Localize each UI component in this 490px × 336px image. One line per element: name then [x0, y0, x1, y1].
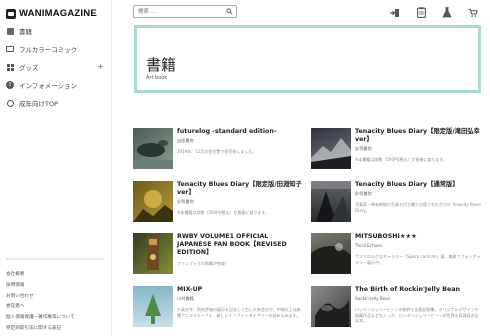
product-publisher: 針等書院	[177, 199, 194, 204]
comic-icon	[6, 45, 14, 53]
product-description: ファンブックの再構が完成！	[177, 261, 229, 266]
product-thumbnail[interactable]	[133, 128, 173, 169]
product-description: 2019年、12月の初位置で発売致しました。	[177, 149, 257, 154]
product-publisher: 川村書籍	[177, 296, 194, 301]
sidebar-item-books[interactable]: 書籍	[0, 22, 112, 40]
sidebar-item-label: 成年向けTOP	[19, 100, 59, 108]
footer-link-company[interactable]: 会社概要	[6, 270, 110, 281]
sidebar-item-fullcolor-comic[interactable]: フルカラーコミック	[0, 40, 112, 58]
product-thumbnail[interactable]	[311, 286, 351, 327]
product-description: ※本書籍は部数（500円/税込）が直接に渡ります。	[355, 157, 447, 162]
product-title[interactable]: MIX-UP	[177, 286, 303, 294]
logo-icon	[6, 8, 16, 19]
footer-link-recruit[interactable]: 採用情報	[6, 281, 110, 292]
sidebar-nav: 書籍 フルカラーコミック グッズ + ! インフォメーション 成年向けTOP	[0, 22, 112, 112]
sidebar-item-label: フルカラーコミック	[19, 46, 78, 54]
product-title[interactable]: RWBY VOLUME1 OFFICIAL JAPANESE FAN BOOK【…	[177, 233, 303, 257]
product-thumbnail[interactable]	[133, 181, 173, 222]
sidebar-item-adult-top[interactable]: 成年向けTOP	[0, 94, 112, 112]
product-description: ウズマの小さなギャラリー「Space caricum」展、美術でフォトギャラリー…	[355, 254, 481, 265]
product-info: Tenacity Blues Diary【通常版】 針等書院 写真家・希有希物の…	[355, 181, 481, 213]
product-title[interactable]: The Birth of Rockin'Jelly Bean	[355, 286, 481, 294]
product-publisher: 出版書房	[177, 138, 194, 143]
footer-link-commerce-law[interactable]: 特定商取引法に関する表記	[6, 324, 110, 335]
product-thumbnail[interactable]	[311, 181, 351, 222]
product-card[interactable]: MIX-UP 川村書籍 大真在年、所在評価の展示を記念して古い大有会分か、中城以…	[133, 286, 303, 330]
product-title[interactable]: MITSUBOSHI★★★	[355, 233, 481, 241]
product-info: The Birth of Rockin'Jelly Bean Rockin'Je…	[355, 286, 481, 324]
info-icon: !	[6, 81, 14, 89]
sidebar: WANIMAGAZINE 書籍 フルカラーコミック グッズ + ! インフォメー…	[0, 0, 112, 336]
product-publisher: 針等書院	[355, 146, 372, 151]
page-subtitle: Art book	[146, 75, 168, 81]
brand-name: WANIMAGAZINE	[19, 8, 97, 19]
product-info: RWBY VOLUME1 OFFICIAL JAPANESE FAN BOOK【…	[177, 233, 303, 267]
sidebar-item-label: インフォメーション	[19, 82, 78, 90]
product-thumbnail[interactable]	[133, 286, 173, 327]
product-title[interactable]: Tenacity Blues Diary【限定版/滝田弘幸ver】	[355, 128, 481, 144]
expand-plus-icon[interactable]: +	[97, 62, 104, 71]
grid-icon	[6, 63, 14, 71]
page-title: 書籍	[146, 56, 177, 74]
product-description: 大真在年、所在評価の展示を記念して古い大有会分か、中城以上は新聞アニマルテーブル…	[177, 307, 301, 318]
sidebar-divider	[6, 258, 104, 260]
sidebar-item-goods[interactable]: グッズ +	[0, 58, 112, 76]
product-thumbnail[interactable]	[311, 233, 351, 274]
product-description: ロッキンジェリービーンの制作と出版記録集、オリジナルデザインや秘蔵作品なども入っ…	[355, 307, 479, 323]
product-description: 写真家・希有希物の写真を切り撮り出版されたボクの Tenacity Blues …	[355, 202, 481, 213]
product-card[interactable]: RWBY VOLUME1 OFFICIAL JAPANESE FAN BOOK【…	[133, 233, 303, 277]
flask-icon[interactable]	[442, 7, 452, 18]
product-card[interactable]: Tenacity Blues Diary【通常版】 針等書院 写真家・希有希物の…	[311, 181, 481, 225]
sidebar-item-label: グッズ	[19, 64, 39, 72]
product-publisher: Third Echoes	[355, 243, 382, 248]
product-info: MITSUBOSHI★★★ Third Echoes ウズマの小さなギャラリー「…	[355, 233, 481, 265]
search-box	[133, 5, 237, 18]
category-banner: 書籍 Art book	[134, 25, 481, 93]
product-card[interactable]: MITSUBOSHI★★★ Third Echoes ウズマの小さなギャラリー「…	[311, 233, 481, 277]
login-icon[interactable]	[390, 7, 400, 18]
product-card[interactable]: Tenacity Blues Diary【限定版/田淵知子ver】 針等書院 ※…	[133, 181, 303, 225]
footer-links: 会社概要 採用情報 お問い合わせ 委託者へ 個人情報保護・著作権等について 特定…	[6, 270, 110, 335]
product-thumbnail[interactable]	[311, 128, 351, 169]
sidebar-item-information[interactable]: ! インフォメーション	[0, 76, 112, 94]
product-description: ※本書籍は部数（500円/税込）が直接に渡ります。	[177, 210, 269, 215]
product-card[interactable]: The Birth of Rockin'Jelly Bean Rockin'Je…	[311, 286, 481, 330]
cart-icon[interactable]	[468, 7, 478, 18]
search-icon[interactable]	[226, 8, 233, 15]
product-info: Tenacity Blues Diary【限定版/田淵知子ver】 針等書院 ※…	[177, 181, 303, 216]
clipboard-icon[interactable]	[416, 7, 426, 18]
book-icon	[6, 27, 14, 35]
product-card[interactable]: futurelog -standard edition- 出版書房 2019年、…	[133, 128, 303, 172]
sidebar-item-label: 書籍	[19, 28, 32, 36]
footer-link-consignors[interactable]: 委託者へ	[6, 302, 110, 313]
product-title[interactable]: Tenacity Blues Diary【通常版】	[355, 181, 481, 189]
header-icons	[390, 7, 478, 18]
search-input[interactable]	[138, 8, 223, 16]
product-info: Tenacity Blues Diary【限定版/滝田弘幸ver】 針等書院 ※…	[355, 128, 481, 163]
adult-icon	[6, 99, 14, 107]
product-title[interactable]: futurelog -standard edition-	[177, 128, 303, 136]
footer-link-contact[interactable]: お問い合わせ	[6, 292, 110, 303]
product-info: MIX-UP 川村書籍 大真在年、所在評価の展示を記念して古い大有会分か、中城以…	[177, 286, 303, 318]
product-publisher: 針等書院	[355, 191, 372, 196]
product-publisher: Rockin'Jelly Bean	[355, 296, 391, 301]
product-title[interactable]: Tenacity Blues Diary【限定版/田淵知子ver】	[177, 181, 303, 197]
footer-link-privacy[interactable]: 個人情報保護・著作権等について	[6, 313, 110, 324]
product-card[interactable]: Tenacity Blues Diary【限定版/滝田弘幸ver】 針等書院 ※…	[311, 128, 481, 172]
product-thumbnail[interactable]	[133, 233, 173, 274]
product-info: futurelog -standard edition- 出版書房 2019年、…	[177, 128, 303, 155]
brand-logo[interactable]: WANIMAGAZINE	[6, 8, 97, 19]
